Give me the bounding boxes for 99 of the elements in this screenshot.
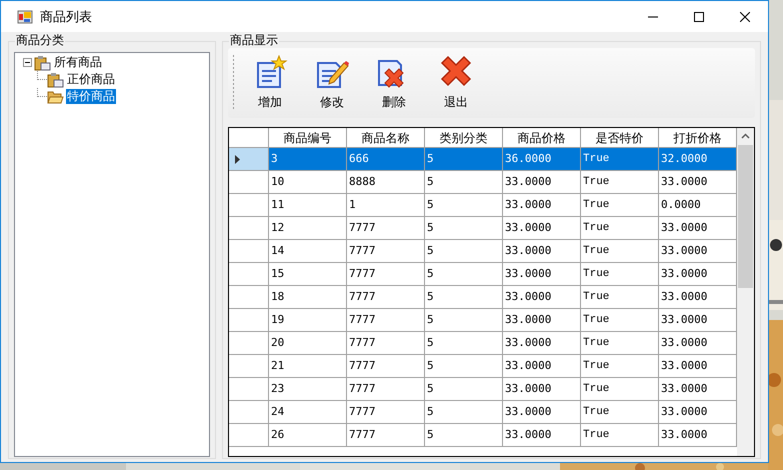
toolbar-button[interactable]: 修改 [302, 52, 362, 114]
table-cell: 33.0000 [659, 309, 737, 331]
group-title: 商品显示 [229, 32, 279, 48]
table-cell: 33.0000 [659, 171, 737, 193]
table-cell: 33.0000 [503, 309, 581, 331]
table-cell: True [581, 401, 659, 423]
table-cell: True [581, 171, 659, 193]
table-cell: 33.0000 [503, 194, 581, 216]
table-cell: 7777 [347, 378, 425, 400]
table-cell: 5 [425, 309, 503, 331]
table-cell: 7777 [347, 309, 425, 331]
table-cell: 33.0000 [503, 217, 581, 239]
table-cell: True [581, 286, 659, 308]
table-cell: 5 [425, 378, 503, 400]
table-cell: 14 [269, 240, 347, 262]
table-cell: True [581, 217, 659, 239]
table-cell: 24 [269, 401, 347, 423]
tree-node[interactable]: 正价商品 [66, 72, 116, 87]
table-cell: True [581, 194, 659, 216]
table-cell: 5 [425, 286, 503, 308]
scroll-thumb[interactable] [738, 145, 753, 288]
table-cell: 5 [425, 171, 503, 193]
table-cell: 33.0000 [503, 424, 581, 446]
table-cell: True [581, 378, 659, 400]
table-cell: 33.0000 [503, 263, 581, 285]
table-cell: 5 [425, 263, 503, 285]
table-cell: 7777 [347, 424, 425, 446]
table-cell: 21 [269, 355, 347, 377]
table-cell: 1 [347, 194, 425, 216]
table-cell: 33.0000 [503, 171, 581, 193]
table-cell: 20 [269, 332, 347, 354]
table-cell: 18 [269, 286, 347, 308]
clipboard-icon [47, 72, 64, 88]
table-cell: 7777 [347, 401, 425, 423]
table-cell: 33.0000 [503, 286, 581, 308]
collapse-toggle-icon[interactable] [23, 58, 32, 67]
table-cell: 33.0000 [659, 263, 737, 285]
table-cell: 33.0000 [503, 355, 581, 377]
table-cell: True [581, 424, 659, 446]
table-cell: 5 [425, 148, 503, 170]
table-cell: True [581, 332, 659, 354]
tree-node[interactable]: 所有商品 [53, 55, 103, 70]
app-icon [17, 8, 33, 24]
table-cell: 12 [269, 217, 347, 239]
table-cell: 33.0000 [659, 401, 737, 423]
table-cell: 23 [269, 378, 347, 400]
table-cell: 33.0000 [503, 240, 581, 262]
table-cell: 5 [425, 240, 503, 262]
table-cell: 5 [425, 401, 503, 423]
table-cell: 33.0000 [659, 332, 737, 354]
table-cell: 5 [425, 332, 503, 354]
table-cell: 10 [269, 171, 347, 193]
row-header[interactable] [229, 148, 269, 170]
table-cell: 33.0000 [659, 217, 737, 239]
table-cell: 3 [269, 148, 347, 170]
table-cell: True [581, 355, 659, 377]
table-cell: True [581, 263, 659, 285]
table-cell: 33.0000 [659, 424, 737, 446]
maximize-icon [694, 12, 704, 22]
table-cell: 5 [425, 217, 503, 239]
toolbar-button[interactable]: 增加 [240, 52, 300, 114]
tree-node[interactable]: 特价商品 [66, 89, 116, 104]
group-title: 商品分类 [15, 32, 65, 48]
table-cell: True [581, 240, 659, 262]
clipboard-icon [34, 54, 51, 70]
toolbar-button[interactable]: 退出 [426, 52, 486, 114]
table-cell: 7777 [347, 355, 425, 377]
toolbar-grip-icon [232, 55, 235, 111]
table-cell: 7777 [347, 217, 425, 239]
table-cell: 33.0000 [503, 401, 581, 423]
close-icon [740, 12, 750, 22]
table-cell: 33.0000 [659, 286, 737, 308]
table-cell: 11 [269, 194, 347, 216]
table-cell: True [581, 148, 659, 170]
table-cell: 33.0000 [659, 355, 737, 377]
table-cell: 7777 [347, 332, 425, 354]
table-cell: 7777 [347, 286, 425, 308]
table-cell: 33.0000 [503, 332, 581, 354]
table-cell: 8888 [347, 171, 425, 193]
table-cell: 26 [269, 424, 347, 446]
table-cell: 0.0000 [659, 194, 737, 216]
table-cell: 5 [425, 194, 503, 216]
table-cell: 7777 [347, 240, 425, 262]
table-cell: 32.0000 [659, 148, 737, 170]
table-cell: 36.0000 [503, 148, 581, 170]
table-cell: 5 [425, 355, 503, 377]
current-row-icon [235, 154, 240, 164]
table-cell: 33.0000 [659, 378, 737, 400]
toolbar-button[interactable]: 删除 [364, 52, 424, 114]
window-title: 商品列表 [40, 8, 92, 26]
table-cell: True [581, 309, 659, 331]
table-cell: 19 [269, 309, 347, 331]
table-cell: 5 [425, 424, 503, 446]
table-cell: 15 [269, 263, 347, 285]
table-cell: 7777 [347, 263, 425, 285]
table-cell: 33.0000 [659, 240, 737, 262]
open-folder-icon [47, 88, 64, 104]
table-cell: 33.0000 [503, 378, 581, 400]
table-cell: 666 [347, 148, 425, 170]
